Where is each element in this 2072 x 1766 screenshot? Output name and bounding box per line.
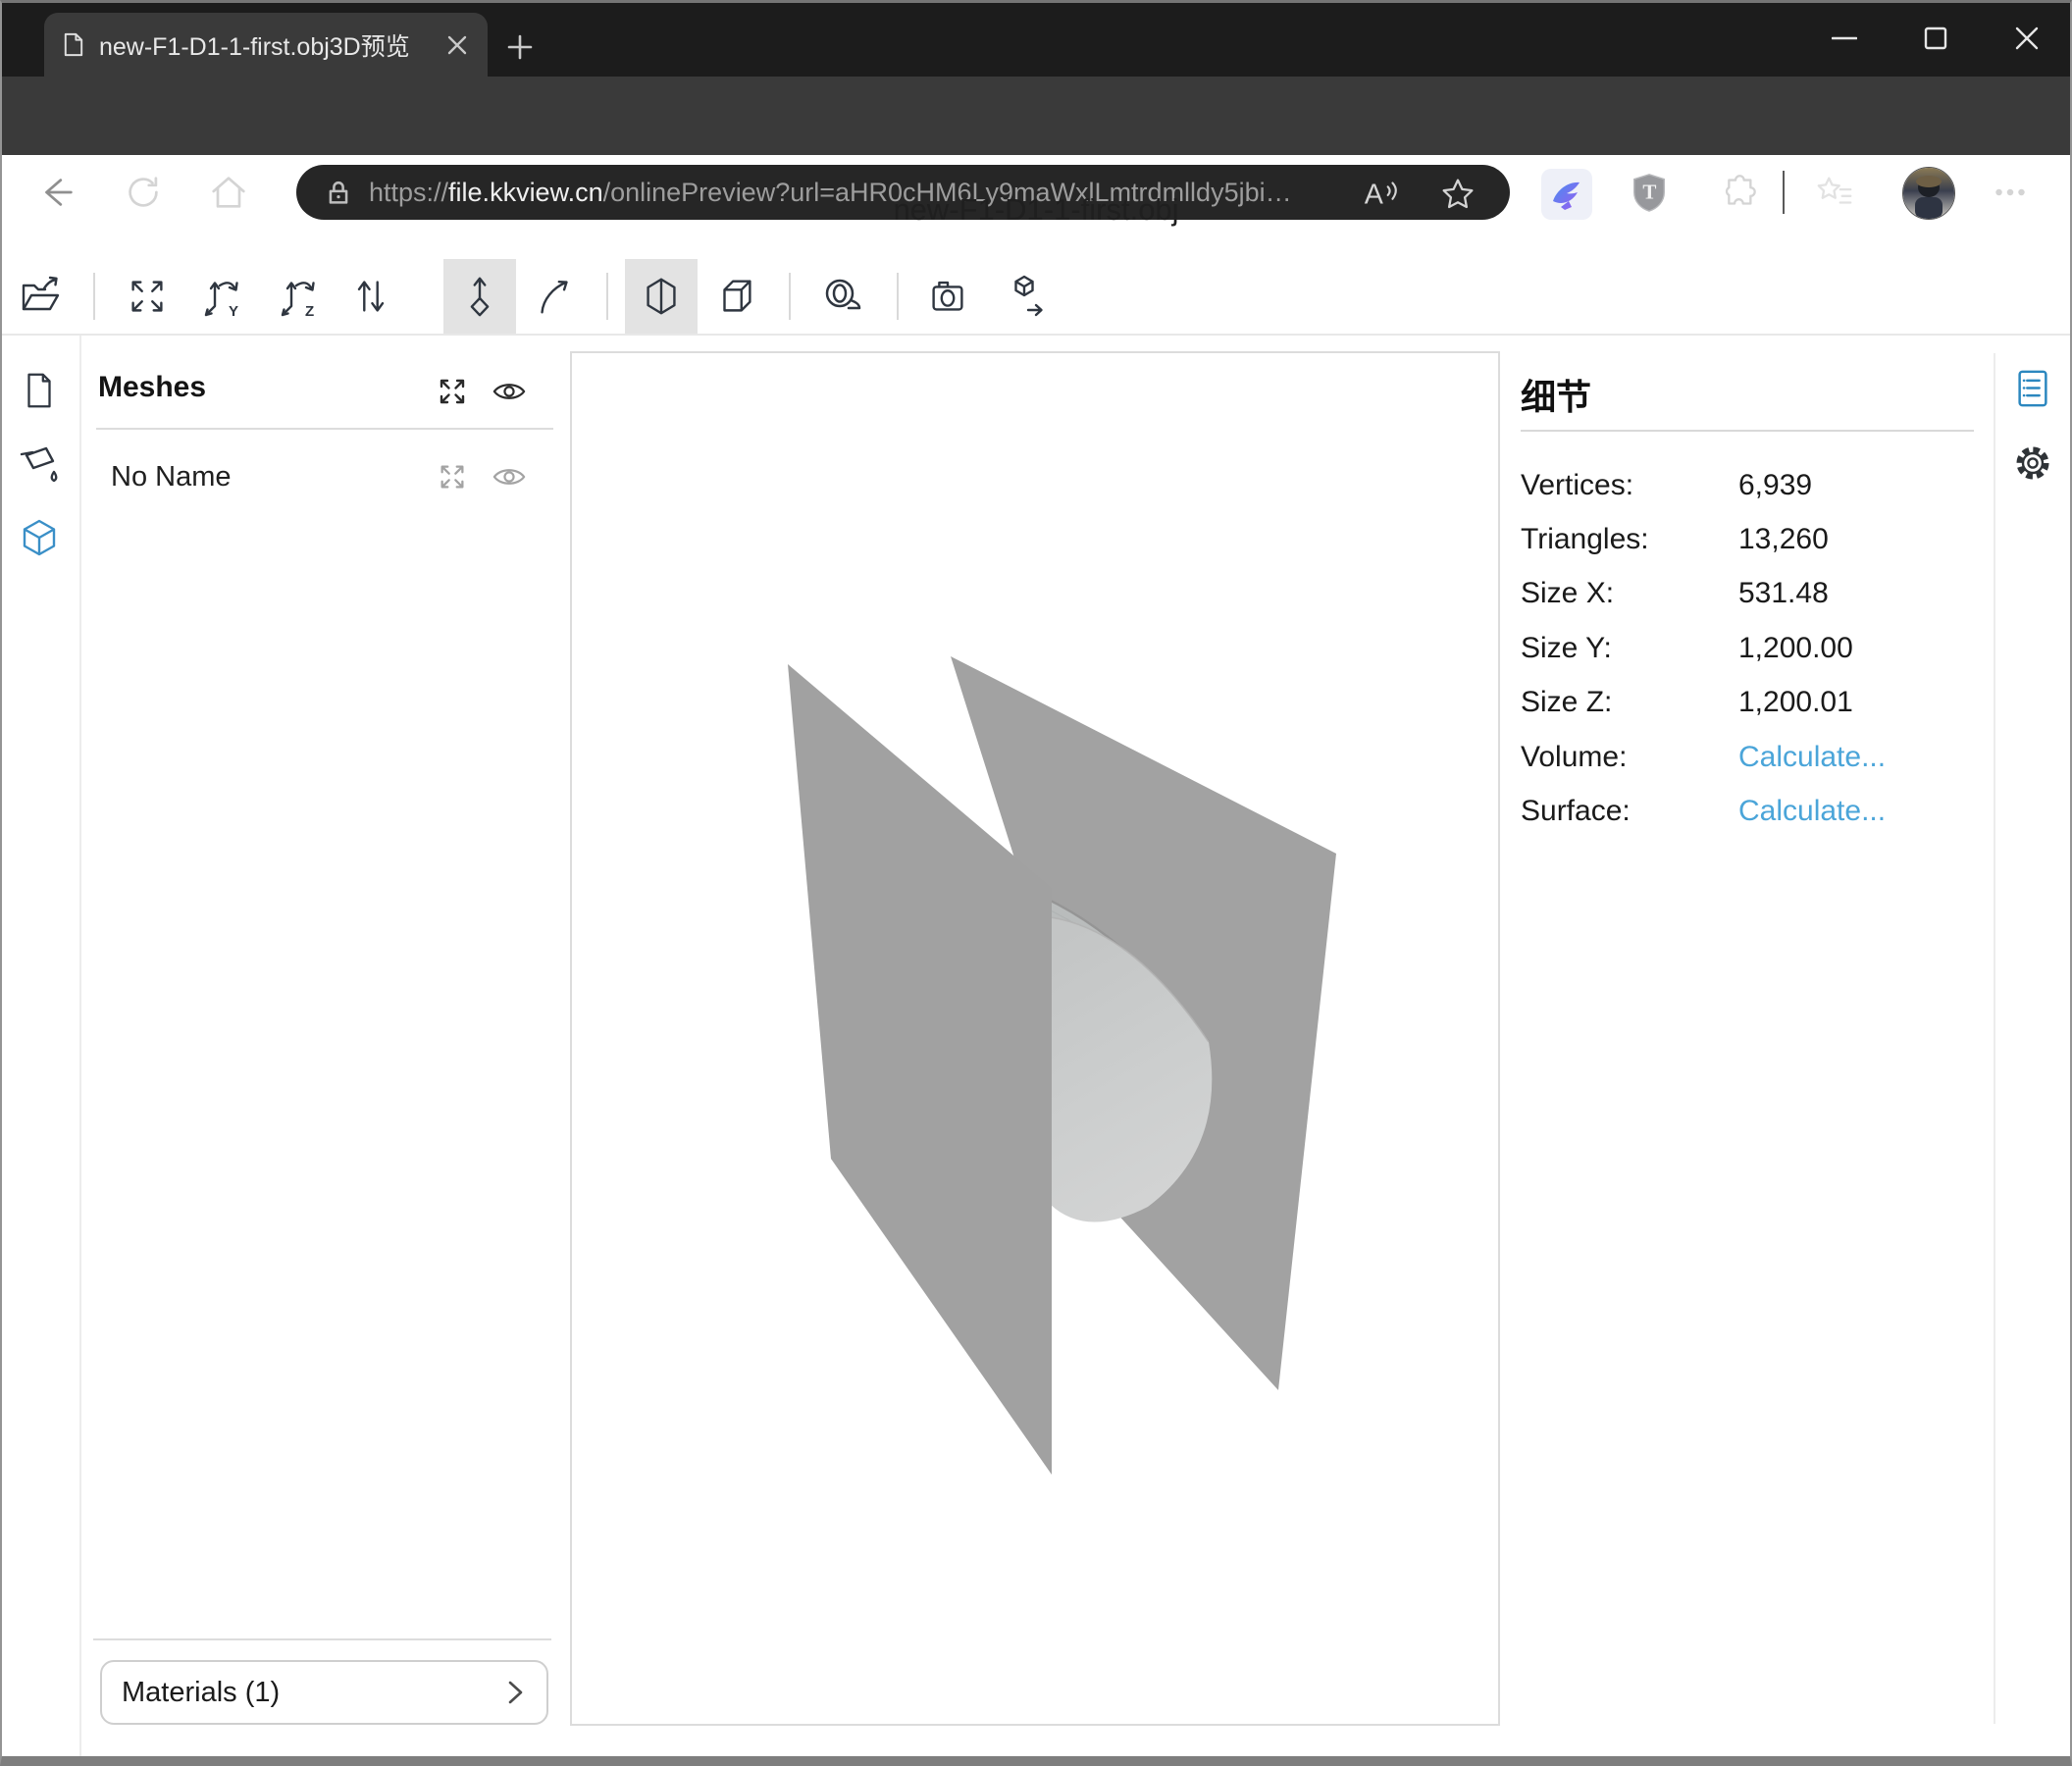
fit-view-button[interactable] bbox=[120, 273, 175, 320]
browser-navbar: https://file.kkview.cn/onlinePreview?url… bbox=[0, 77, 2072, 155]
right-rail-divider bbox=[1994, 353, 1995, 1724]
meshes-cube-icon[interactable] bbox=[18, 517, 61, 560]
maximize-icon[interactable] bbox=[1890, 0, 1981, 77]
details-panel: Vertices: 6,939 Triangles: 13,260 Size X… bbox=[1521, 458, 1974, 839]
toolbar-separator bbox=[789, 273, 791, 320]
materials-paint-icon[interactable] bbox=[18, 442, 61, 485]
meshes-panel-divider bbox=[96, 428, 553, 430]
materials-button-label: Materials (1) bbox=[122, 1677, 503, 1709]
flip-vertical-button[interactable] bbox=[343, 273, 398, 320]
details-row-size-x: Size X: 531.48 bbox=[1521, 567, 1974, 621]
model-viewport[interactable] bbox=[570, 351, 1500, 1726]
svg-text:Z: Z bbox=[305, 303, 314, 320]
details-row-surface: Surface: Calculate... bbox=[1521, 784, 1974, 838]
curve-path-button[interactable] bbox=[527, 273, 582, 320]
window-controls bbox=[1798, 0, 2072, 77]
mesh-list-item[interactable]: No Name bbox=[80, 453, 572, 504]
details-row-size-z: Size Z: 1,200.01 bbox=[1521, 676, 1974, 730]
mesh-item-name: No Name bbox=[111, 461, 232, 493]
open-model-button[interactable] bbox=[14, 273, 69, 320]
browser-tab[interactable]: new-F1-D1-1-first.obj3D预览 bbox=[44, 13, 488, 77]
expand-mesh-icon[interactable] bbox=[435, 459, 470, 494]
export-model-button[interactable] bbox=[997, 273, 1052, 320]
details-list-icon[interactable] bbox=[2010, 366, 2055, 411]
close-icon[interactable] bbox=[1981, 0, 2072, 77]
page-title: new-F1-D1-1-first.obj bbox=[0, 192, 2072, 228]
visibility-eye-icon[interactable] bbox=[492, 459, 527, 494]
left-rail-divider bbox=[79, 336, 81, 1756]
tab-close-icon[interactable] bbox=[446, 34, 468, 56]
screenshot-camera-button[interactable] bbox=[920, 273, 975, 320]
measure-button[interactable] bbox=[814, 273, 869, 320]
details-row-volume: Volume: Calculate... bbox=[1521, 730, 1974, 784]
details-row-triangles: Triangles: 13,260 bbox=[1521, 512, 1974, 566]
new-tab-button[interactable] bbox=[498, 26, 542, 69]
minimize-icon[interactable] bbox=[1798, 0, 1890, 77]
details-row-vertices: Vertices: 6,939 bbox=[1521, 458, 1974, 512]
meshes-panel-header: Meshes bbox=[80, 365, 572, 416]
visibility-eye-icon[interactable] bbox=[492, 374, 527, 409]
rotate-z-button[interactable]: Z bbox=[273, 273, 328, 320]
details-row-size-y: Size Y: 1,200.00 bbox=[1521, 621, 1974, 675]
calculate-surface-link[interactable]: Calculate... bbox=[1738, 795, 1974, 828]
details-panel-title: 细节 bbox=[1521, 369, 1591, 420]
settings-gear-icon[interactable] bbox=[2010, 441, 2055, 486]
svg-text:Y: Y bbox=[229, 303, 238, 320]
perspective-view-button[interactable] bbox=[634, 273, 689, 320]
rotate-y-button[interactable]: Y bbox=[196, 273, 251, 320]
file-info-icon[interactable] bbox=[18, 369, 61, 412]
orthographic-view-button[interactable] bbox=[708, 273, 763, 320]
tab-favicon-document-icon bbox=[60, 31, 86, 58]
toolbar-separator bbox=[606, 273, 608, 320]
tab-title: new-F1-D1-1-first.obj3D预览 bbox=[99, 27, 446, 63]
browser-titlebar: new-F1-D1-1-first.obj3D预览 bbox=[0, 0, 2072, 77]
materials-divider bbox=[93, 1638, 551, 1640]
translate-button[interactable] bbox=[452, 273, 507, 320]
details-divider bbox=[1521, 430, 1974, 432]
materials-button[interactable]: Materials (1) bbox=[100, 1660, 548, 1725]
calculate-volume-link[interactable]: Calculate... bbox=[1738, 741, 1974, 774]
viewer-toolbar: Y Z bbox=[0, 259, 2072, 336]
expand-all-icon[interactable] bbox=[435, 374, 470, 409]
meshes-panel-title: Meshes bbox=[98, 371, 206, 404]
chevron-right-icon bbox=[503, 1678, 527, 1707]
toolbar-separator bbox=[93, 273, 95, 320]
toolbar-separator bbox=[897, 273, 899, 320]
